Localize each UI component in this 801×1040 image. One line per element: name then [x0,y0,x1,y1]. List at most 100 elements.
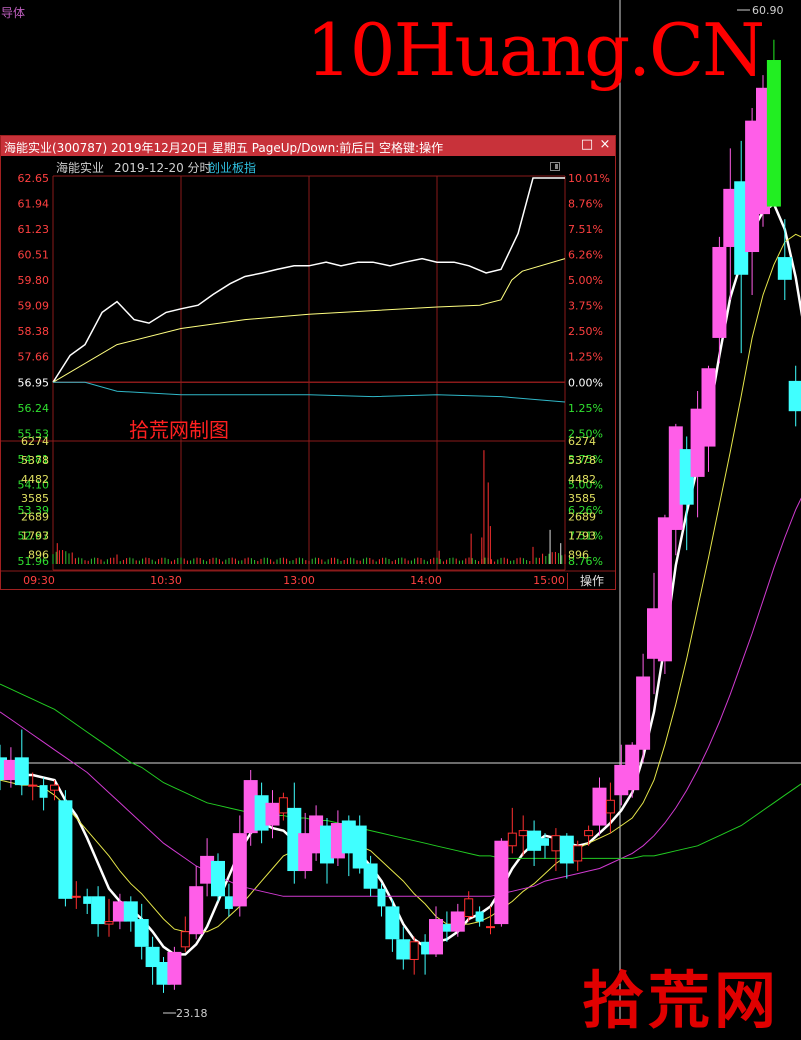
candle-body [701,368,716,447]
volume-axis-label: 1793 [21,530,49,543]
pct-axis-label: 8.76% [568,198,603,211]
price-axis-label: 62.65 [18,172,50,185]
candle [625,742,640,798]
candle-body [551,835,561,852]
pct-axis-label: 7.51% [568,223,603,236]
pct-axis-label: 1.25% [568,351,603,364]
candle-body [385,906,400,940]
watermark-top: 10Huang.CN [306,8,765,92]
candle-body [475,911,484,922]
price-axis-label: 61.94 [18,198,50,211]
candle-body [541,838,549,846]
candle-body [28,784,38,787]
candle [486,906,495,935]
operate-button[interactable]: 操作 [567,573,616,589]
candle-body [180,931,190,948]
pct-axis-label: 2.50% [568,325,603,338]
volume-axis-label: 2689 [568,511,596,524]
candle-body [396,939,411,960]
candle-body [486,926,495,929]
candle-body [409,941,419,960]
price-axis-label: 60.51 [18,249,50,262]
candle [494,838,509,927]
pct-axis-label: 0.00% [568,376,603,389]
price-axis-label: 56.95 [18,376,50,389]
candle-body [636,676,651,750]
candle-body [352,825,367,869]
time-axis-label: 10:30 [150,574,182,587]
candle [766,39,781,207]
volume-axis-label: 6274 [21,435,49,448]
candle-body [788,380,801,412]
price-axis-label: 57.66 [18,351,50,364]
candle-body [657,517,672,662]
candle-body [39,785,48,798]
volume-axis-label: 5378 [21,454,49,467]
candle-body [211,860,225,897]
watermark-bottom: 拾荒网 [582,964,781,1037]
candle-body [592,787,607,826]
candle [450,903,465,937]
volume-axis-label: 4482 [21,473,49,486]
candle-body [278,797,288,814]
time-axis-label: 15:00 [533,574,565,587]
candle-body [518,830,528,837]
volume-axis-label: 5378 [568,454,596,467]
pct-axis-label: 6.26% [568,249,603,262]
price-axis-label: 61.23 [18,223,50,236]
time-axis-label: 09:30 [23,574,55,587]
pct-axis-label: 3.75% [568,300,603,313]
pct-axis-label: 5.00% [568,274,603,287]
candle [712,236,727,364]
candle-body [429,919,443,955]
candle [39,777,48,811]
pct-axis-label: 10.01% [568,172,610,185]
intraday-chart[interactable]: 62.65 61.94 61.23 60.51 59.80 59.09 58.38 57.66… [1,136,615,589]
volume-axis-label: 3585 [21,492,49,505]
time-axis-label: 14:00 [410,574,442,587]
candle-body [777,257,792,280]
candle-body [50,784,59,791]
candle-body [83,896,92,904]
candle-body [224,896,233,909]
price-axis-label: 56.24 [18,402,50,415]
candle [83,888,92,914]
candle-body [584,830,594,837]
volume-axis-label: 1793 [568,530,596,543]
candle-body [573,845,583,862]
candle-body [58,800,73,899]
candle [104,898,114,937]
volume-axis-label: 6274 [568,435,596,448]
brand-stamp: 拾荒网制图 [129,418,229,442]
candle-body [527,830,542,851]
min-price-label: 23.18 [176,1007,208,1020]
candle-body [363,863,378,889]
volume-axis-label: 896 [28,549,49,562]
pct-axis-label: 1.25% [568,402,603,415]
candle [409,936,419,975]
candle [777,219,792,301]
candle-body [134,919,149,947]
candle [180,916,190,952]
candle [551,828,561,872]
intraday-popup: 海能实业(300787) 2019年12月20日 星期五 PageUp/Down… [0,135,616,590]
candle [167,946,182,990]
candle-body [14,757,29,786]
candle [657,514,672,674]
candle-body [189,886,204,935]
candle-body [71,895,81,898]
candle-body [91,896,106,925]
volume-axis-label: 2689 [21,511,49,524]
candle [527,820,542,866]
candle-body [766,60,781,207]
candle-body [421,941,430,955]
candle-body [377,888,386,907]
candle-body [605,799,615,814]
candle [91,886,106,937]
candle [559,833,574,879]
candle [475,906,484,927]
candle-body [450,911,465,932]
ma-line-ma60 [0,683,801,859]
candle [58,790,73,907]
price-axis-label: 58.38 [18,325,50,338]
